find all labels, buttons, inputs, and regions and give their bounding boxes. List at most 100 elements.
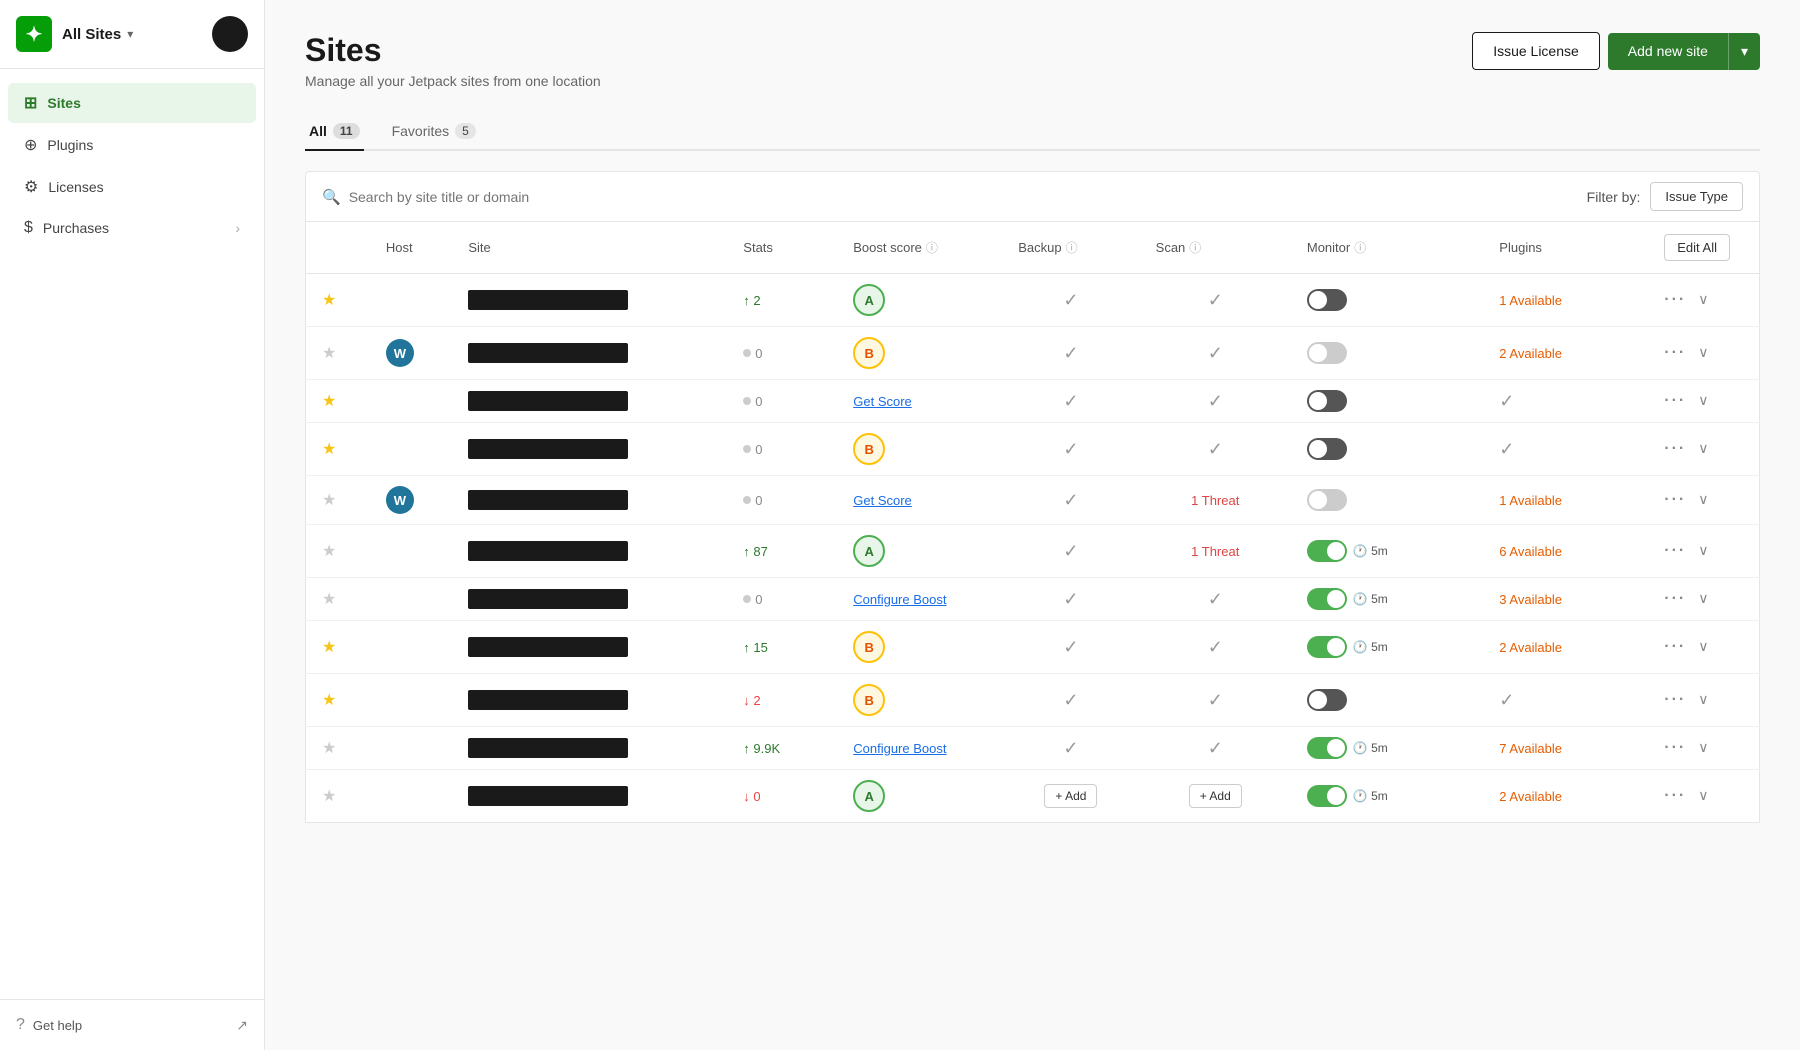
plugins-available-label[interactable]: 6 Available bbox=[1499, 544, 1562, 559]
star-icon[interactable]: ★ bbox=[322, 543, 336, 560]
expand-row-button[interactable]: ∨ bbox=[1698, 491, 1708, 507]
sidebar-item-purchases[interactable]: $ Purchases › bbox=[8, 209, 256, 247]
boost-cell: A bbox=[837, 525, 1002, 578]
star-icon[interactable]: ★ bbox=[322, 788, 336, 805]
monitor-toggle[interactable] bbox=[1307, 342, 1347, 364]
star-icon[interactable]: ★ bbox=[322, 345, 336, 362]
backup-check-icon: ✓ bbox=[1063, 690, 1078, 710]
all-sites-selector[interactable]: All Sites ▾ bbox=[62, 26, 133, 43]
monitor-toggle[interactable] bbox=[1307, 390, 1347, 412]
more-actions-button[interactable]: ··· bbox=[1664, 344, 1686, 361]
threat-link[interactable]: 1 Threat bbox=[1191, 544, 1239, 559]
host-cell bbox=[370, 727, 452, 770]
expand-row-button[interactable]: ∨ bbox=[1698, 344, 1708, 360]
get-score-link[interactable]: Get Score bbox=[853, 493, 912, 508]
monitor-toggle[interactable] bbox=[1307, 737, 1347, 759]
more-actions-button[interactable]: ··· bbox=[1664, 691, 1686, 708]
help-label[interactable]: Get help bbox=[33, 1018, 82, 1033]
monitor-time: 🕐 5m bbox=[1353, 741, 1388, 755]
issue-license-button[interactable]: Issue License bbox=[1472, 32, 1600, 70]
search-input[interactable] bbox=[349, 189, 1587, 205]
expand-row-button[interactable]: ∨ bbox=[1698, 291, 1708, 307]
scan-cell: ✓ bbox=[1140, 674, 1291, 727]
monitor-toggle[interactable] bbox=[1307, 438, 1347, 460]
gear-icon: ⚙ bbox=[24, 177, 38, 197]
table-row: ★W 0Get Score✓1 Threat1 Available···∨ bbox=[306, 476, 1760, 525]
plugins-available-label[interactable]: 2 Available bbox=[1499, 789, 1562, 804]
star-icon[interactable]: ★ bbox=[322, 639, 336, 656]
plugins-available-label[interactable]: 1 Available bbox=[1499, 293, 1562, 308]
star-icon[interactable]: ★ bbox=[322, 292, 336, 309]
monitor-cell: 🕐 5m bbox=[1291, 727, 1483, 770]
get-score-link[interactable]: Get Score bbox=[853, 394, 912, 409]
sidebar-item-label: Plugins bbox=[47, 137, 93, 153]
configure-boost-link[interactable]: Configure Boost bbox=[853, 741, 946, 756]
host-cell bbox=[370, 274, 452, 327]
backup-cell: ✓ bbox=[1002, 476, 1139, 525]
expand-row-button[interactable]: ∨ bbox=[1698, 542, 1708, 558]
plugins-available-label[interactable]: 3 Available bbox=[1499, 592, 1562, 607]
plugins-available-label[interactable]: 7 Available bbox=[1499, 741, 1562, 756]
more-actions-button[interactable]: ··· bbox=[1664, 440, 1686, 457]
add-new-site-dropdown-button[interactable]: ▾ bbox=[1728, 33, 1760, 70]
expand-row-button[interactable]: ∨ bbox=[1698, 739, 1708, 755]
sidebar-item-sites[interactable]: ⊞ Sites bbox=[8, 83, 256, 123]
edit-all-button[interactable]: Edit All bbox=[1664, 234, 1730, 261]
expand-row-button[interactable]: ∨ bbox=[1698, 440, 1708, 456]
backup-check-icon: ✓ bbox=[1063, 343, 1078, 363]
plugins-available-label[interactable]: 2 Available bbox=[1499, 346, 1562, 361]
star-icon[interactable]: ★ bbox=[322, 740, 336, 757]
monitor-toggle[interactable] bbox=[1307, 289, 1347, 311]
tab-all[interactable]: All 11 bbox=[305, 113, 364, 151]
star-icon[interactable]: ★ bbox=[322, 692, 336, 709]
more-actions-button[interactable]: ··· bbox=[1664, 392, 1686, 409]
sidebar: ✦ All Sites ▾ ⊞ Sites ⊕ Plugins ⚙ Licens… bbox=[0, 0, 265, 1050]
host-cell bbox=[370, 525, 452, 578]
expand-row-button[interactable]: ∨ bbox=[1698, 638, 1708, 654]
threat-link[interactable]: 1 Threat bbox=[1191, 493, 1239, 508]
star-cell: ★ bbox=[306, 770, 370, 823]
configure-boost-link[interactable]: Configure Boost bbox=[853, 592, 946, 607]
plugins-available-label[interactable]: 2 Available bbox=[1499, 640, 1562, 655]
expand-row-button[interactable]: ∨ bbox=[1698, 590, 1708, 606]
monitor-toggle[interactable] bbox=[1307, 489, 1347, 511]
stats-cell: ↓ 2 bbox=[727, 674, 837, 727]
more-actions-button[interactable]: ··· bbox=[1664, 590, 1686, 607]
boost-cell: B bbox=[837, 423, 1002, 476]
monitor-toggle[interactable] bbox=[1307, 588, 1347, 610]
sidebar-item-licenses[interactable]: ⚙ Licenses bbox=[8, 167, 256, 207]
star-cell: ★ bbox=[306, 423, 370, 476]
star-icon[interactable]: ★ bbox=[322, 492, 336, 509]
expand-row-button[interactable]: ∨ bbox=[1698, 392, 1708, 408]
plugins-available-label[interactable]: 1 Available bbox=[1499, 493, 1562, 508]
monitor-toggle[interactable] bbox=[1307, 636, 1347, 658]
scan-cell: 1 Threat bbox=[1140, 476, 1291, 525]
filter-issue-type-button[interactable]: Issue Type bbox=[1650, 182, 1743, 211]
tab-favorites[interactable]: Favorites 5 bbox=[388, 113, 480, 151]
more-actions-button[interactable]: ··· bbox=[1664, 542, 1686, 559]
backup-check-icon: ✓ bbox=[1063, 490, 1078, 510]
table-row: ★ 0B✓✓✓···∨ bbox=[306, 423, 1760, 476]
more-actions-button[interactable]: ··· bbox=[1664, 291, 1686, 308]
scan-check-icon: ✓ bbox=[1208, 439, 1223, 459]
more-actions-button[interactable]: ··· bbox=[1664, 491, 1686, 508]
expand-row-button[interactable]: ∨ bbox=[1698, 691, 1708, 707]
expand-row-button[interactable]: ∨ bbox=[1698, 787, 1708, 803]
avatar[interactable] bbox=[212, 16, 248, 52]
monitor-toggle[interactable] bbox=[1307, 785, 1347, 807]
more-actions-button[interactable]: ··· bbox=[1664, 787, 1686, 804]
monitor-toggle[interactable] bbox=[1307, 540, 1347, 562]
backup-add-button[interactable]: + Add bbox=[1044, 784, 1097, 808]
more-actions-button[interactable]: ··· bbox=[1664, 638, 1686, 655]
actions-cell: ··· ∨ bbox=[1648, 476, 1759, 525]
sidebar-title: All Sites bbox=[62, 26, 121, 43]
star-icon[interactable]: ★ bbox=[322, 441, 336, 458]
table-row: ★↑ 15B✓✓🕐 5m2 Available···∨ bbox=[306, 621, 1760, 674]
more-actions-button[interactable]: ··· bbox=[1664, 739, 1686, 756]
sidebar-item-plugins[interactable]: ⊕ Plugins bbox=[8, 125, 256, 165]
star-icon[interactable]: ★ bbox=[322, 393, 336, 410]
scan-add-button[interactable]: + Add bbox=[1189, 784, 1242, 808]
star-icon[interactable]: ★ bbox=[322, 591, 336, 608]
monitor-toggle[interactable] bbox=[1307, 689, 1347, 711]
add-new-site-button[interactable]: Add new site bbox=[1608, 33, 1728, 70]
